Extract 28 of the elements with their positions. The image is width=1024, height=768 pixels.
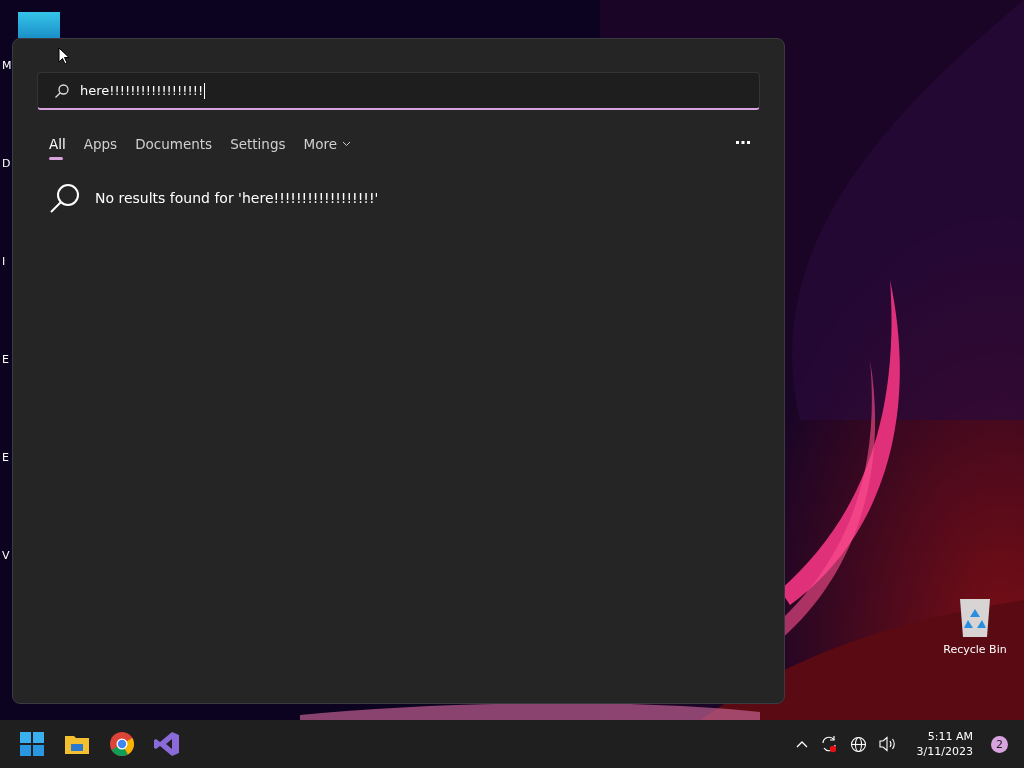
filter-tab[interactable]: More — [297, 132, 357, 162]
windows-logo-icon[interactable] — [20, 732, 44, 756]
clock-time[interactable]: 5:11 AM — [927, 729, 973, 744]
search-icon — [49, 182, 81, 214]
desktop-icon-label[interactable]: M — [2, 58, 12, 73]
chevron-up-icon[interactable] — [795, 740, 808, 748]
no-results-message: No results found for 'here!!!!!!!!!!!!!!!!!!' — [95, 190, 379, 206]
desktop-icon-label[interactable]: I — [2, 254, 6, 269]
search-field[interactable]: here!!!!!!!!!!!!!!!!!! — [37, 72, 760, 110]
more-options-icon[interactable] — [736, 141, 750, 145]
desktop-icon-label[interactable]: D — [2, 156, 11, 171]
desktop-icon-label[interactable]: Recycle Bin — [943, 643, 1007, 656]
notification-badge[interactable]: 2 — [991, 735, 1008, 753]
browser-icon[interactable] — [110, 732, 134, 756]
clock-date[interactable]: 3/11/2023 — [916, 744, 973, 759]
sync-icon[interactable] — [819, 735, 838, 753]
speaker-icon[interactable] — [878, 736, 897, 752]
code-editor-icon[interactable] — [154, 731, 180, 757]
desktop-icon-label[interactable]: V — [2, 548, 10, 563]
filter-tab[interactable]: Settings — [224, 132, 292, 162]
desktop-icon-label[interactable]: E — [2, 450, 9, 465]
search-icon — [54, 82, 70, 99]
filter-tab[interactable]: All — [43, 132, 72, 162]
filter-tab[interactable]: Documents — [129, 132, 219, 162]
desktop-icon-label[interactable]: E — [2, 352, 9, 367]
mouse-pointer-icon — [58, 47, 70, 65]
globe-icon[interactable] — [849, 735, 867, 753]
filter-tab[interactable]: Apps — [77, 132, 124, 162]
